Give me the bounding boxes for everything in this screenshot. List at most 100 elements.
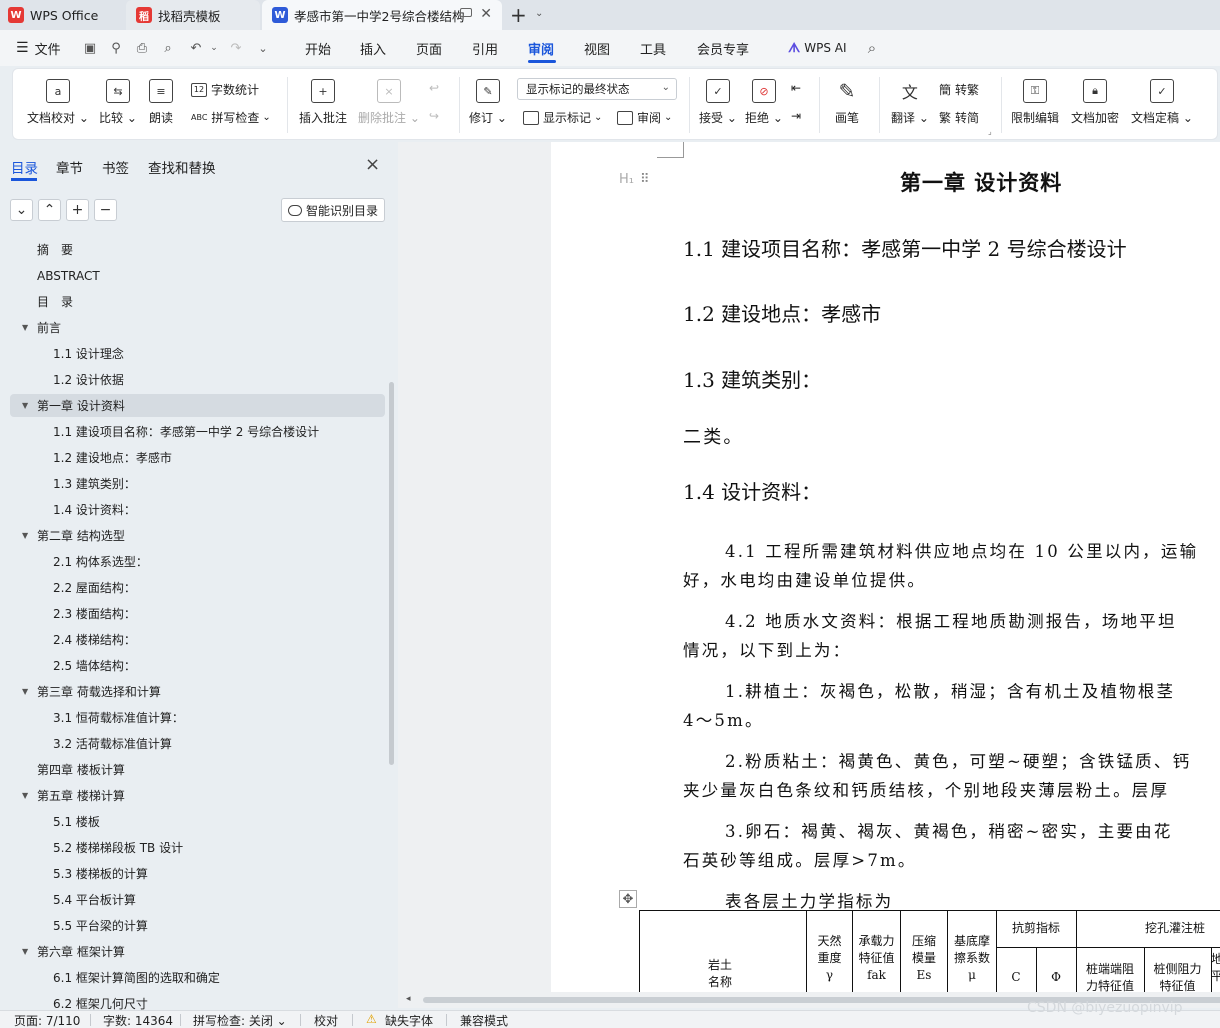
print-icon[interactable]: ⎙ <box>132 38 152 58</box>
markup-state-select[interactable]: 显示标记的最终状态 ⌄ <box>517 78 677 100</box>
new-tab-button[interactable]: + <box>510 3 527 27</box>
toc-item[interactable]: 1.1 设计理念 <box>10 342 385 365</box>
menu-reference[interactable]: 引用 <box>472 30 498 66</box>
expand-arrow-icon[interactable]: ▼ <box>22 531 28 540</box>
next-change-icon[interactable]: ⇥ <box>791 109 801 123</box>
undo-icon[interactable]: ↶ <box>186 38 206 58</box>
spell-check-status[interactable]: 拼写检查: 关闭 ⌄ <box>193 1012 287 1028</box>
toc-item[interactable]: 摘 要 <box>10 238 385 261</box>
expand-button[interactable]: ⌃ <box>38 199 61 221</box>
dialog-launcher-icon[interactable]: ⌟ <box>988 127 992 136</box>
toc-item[interactable]: 5.1 楼板 <box>10 810 385 833</box>
toc-item[interactable]: 5.2 楼梯梯段板 TB 设计 <box>10 836 385 859</box>
missing-font-status[interactable]: 缺失字体 <box>385 1012 433 1028</box>
menu-insert[interactable]: 插入 <box>360 30 386 66</box>
pen-button[interactable]: ✎ 画笔 <box>835 69 859 126</box>
restrict-edit-button[interactable]: ⚿ 限制编辑 <box>1011 69 1059 126</box>
doc-check-button[interactable]: a 文档校对 ⌄ <box>27 69 89 126</box>
file-menu[interactable]: ☰ 文件 <box>16 30 61 66</box>
menu-tools[interactable]: 工具 <box>640 30 666 66</box>
chevron-down-icon[interactable]: ⌄ <box>253 38 273 58</box>
expand-arrow-icon[interactable]: ▼ <box>22 687 28 696</box>
tab-find-replace[interactable]: 查找和替换 <box>148 157 216 177</box>
finalize-button[interactable]: ✓ 文档定稿 ⌄ <box>1131 69 1193 126</box>
menu-start[interactable]: 开始 <box>305 30 331 66</box>
chevron-down-icon[interactable]: ⌄ <box>535 8 543 19</box>
expand-arrow-icon[interactable]: ▼ <box>22 791 28 800</box>
tab-document[interactable]: W 孝感市第一中学2号综合楼结构 ✕ <box>262 0 502 30</box>
smart-toc-button[interactable]: 智能识别目录 <box>281 198 385 222</box>
accept-button[interactable]: ✓ 接受 ⌄ <box>699 69 737 126</box>
table-move-handle-icon[interactable]: ✥ <box>619 890 637 908</box>
close-icon[interactable]: × <box>365 154 380 175</box>
search-icon[interactable]: ⌕ <box>862 38 882 58</box>
toc-item[interactable]: ▼ 第二章 结构选型 <box>10 524 385 547</box>
read-aloud-button[interactable]: ≡ 朗读 <box>149 69 173 126</box>
to-simplified-button[interactable]: 繁 转简 <box>939 109 979 126</box>
share-icon[interactable]: ⚲ <box>106 38 126 58</box>
spell-check-button[interactable]: ABC 拼写检查 ⌄ <box>191 109 271 126</box>
expand-arrow-icon[interactable]: ▼ <box>22 401 28 410</box>
scroll-left-icon[interactable]: ◂ <box>406 994 411 1004</box>
show-markup-button[interactable]: 显示标记 ⌄ <box>523 109 602 126</box>
toc-item[interactable]: 2.5 墙体结构： <box>10 654 385 677</box>
close-icon[interactable]: ✕ <box>480 6 492 22</box>
expand-arrow-icon[interactable]: ▼ <box>22 947 28 956</box>
insert-comment-button[interactable]: + 插入批注 <box>299 69 347 126</box>
translate-button[interactable]: 文 翻译 ⌄ <box>891 69 929 126</box>
toc-item[interactable]: 2.3 楼面结构： <box>10 602 385 625</box>
add-heading-button[interactable]: + <box>66 199 89 221</box>
drag-handle-icon[interactable]: ⠿ <box>640 172 649 187</box>
toc-item[interactable]: 6.1 框架计算简图的选取和确定 <box>10 966 385 989</box>
tab-bookmarks[interactable]: 书签 <box>102 157 129 177</box>
expand-arrow-icon[interactable]: ▼ <box>22 323 28 332</box>
remove-heading-button[interactable]: − <box>94 199 117 221</box>
toc-item[interactable]: ▼ 前言 <box>10 316 385 339</box>
print-preview-icon[interactable]: ⌕ <box>158 38 178 58</box>
sidebar-scrollbar[interactable] <box>389 382 394 765</box>
toc-item[interactable]: 5.4 平台板计算 <box>10 888 385 911</box>
previous-change-icon[interactable]: ⇤ <box>791 81 801 95</box>
toc-item[interactable]: ABSTRACT <box>10 264 385 287</box>
save-icon[interactable]: ▣ <box>80 38 100 58</box>
menu-page[interactable]: 页面 <box>416 30 442 66</box>
chevron-down-icon[interactable]: ⌄ <box>204 38 224 58</box>
word-count-button[interactable]: 12 字数统计 <box>191 81 259 98</box>
to-traditional-button[interactable]: 簡 转繁 <box>939 81 979 98</box>
toc-item[interactable]: 2.2 屋面结构： <box>10 576 385 599</box>
toc-item[interactable]: 1.2 建设地点：孝感市 <box>10 446 385 469</box>
tab-template[interactable]: 稻 找稻壳模板 <box>126 0 260 30</box>
toc-item[interactable]: 3.1 恒荷载标准值计算： <box>10 706 385 729</box>
toc-item[interactable]: ▼ 第六章 框架计算 <box>10 940 385 963</box>
toc-item[interactable]: 2.4 楼梯结构： <box>10 628 385 651</box>
toc-item[interactable]: 2.1 构体系选型： <box>10 550 385 573</box>
toc-item[interactable]: ▼ 第五章 楼梯计算 <box>10 784 385 807</box>
toc-item[interactable]: 3.2 活荷载标准值计算 <box>10 732 385 755</box>
toc-item[interactable]: ▼ 第三章 荷载选择和计算 <box>10 680 385 703</box>
toc-item[interactable]: 目 录 <box>10 290 385 313</box>
reject-button[interactable]: ⊘ 拒绝 ⌄ <box>745 69 783 126</box>
toc-item[interactable]: 第四章 楼板计算 <box>10 758 385 781</box>
wps-ai-button[interactable]: ᗑ WPS AI <box>788 30 847 66</box>
compare-button[interactable]: ⇆ 比较 ⌄ <box>99 69 137 126</box>
page-indicator[interactable]: 页面: 7/110 <box>14 1012 80 1028</box>
toc-item[interactable]: 5.3 楼梯板的计算 <box>10 862 385 885</box>
warning-icon: ⚠ <box>366 1012 377 1026</box>
word-count-status[interactable]: 字数: 14364 <box>103 1012 173 1028</box>
toc-item[interactable]: 5.5 平台梁的计算 <box>10 914 385 937</box>
tab-toc[interactable]: 目录 <box>11 157 38 177</box>
encrypt-button[interactable]: 🔒︎ 文档加密 <box>1071 69 1119 126</box>
tab-sections[interactable]: 章节 <box>56 157 83 177</box>
collapse-button[interactable]: ⌄ <box>10 199 33 221</box>
toc-item[interactable]: 1.1 建设项目名称：孝感第一中学 2 号综合楼设计 <box>10 420 385 443</box>
toc-item[interactable]: 1.4 设计资料： <box>10 498 385 521</box>
menu-member[interactable]: 会员专享 <box>697 30 749 66</box>
proof-status[interactable]: 校对 <box>314 1012 338 1028</box>
toc-item[interactable]: 1.3 建筑类别： <box>10 472 385 495</box>
tab-wps-office[interactable]: W WPS Office <box>8 0 120 30</box>
review-pane-button[interactable]: 审阅 ⌄ <box>617 109 672 126</box>
menu-view[interactable]: 视图 <box>584 30 610 66</box>
toc-item[interactable]: 1.2 设计依据 <box>10 368 385 391</box>
toc-item[interactable]: ▼ 第一章 设计资料 <box>10 394 385 417</box>
revise-button[interactable]: ✎ 修订 ⌄ <box>469 69 507 126</box>
